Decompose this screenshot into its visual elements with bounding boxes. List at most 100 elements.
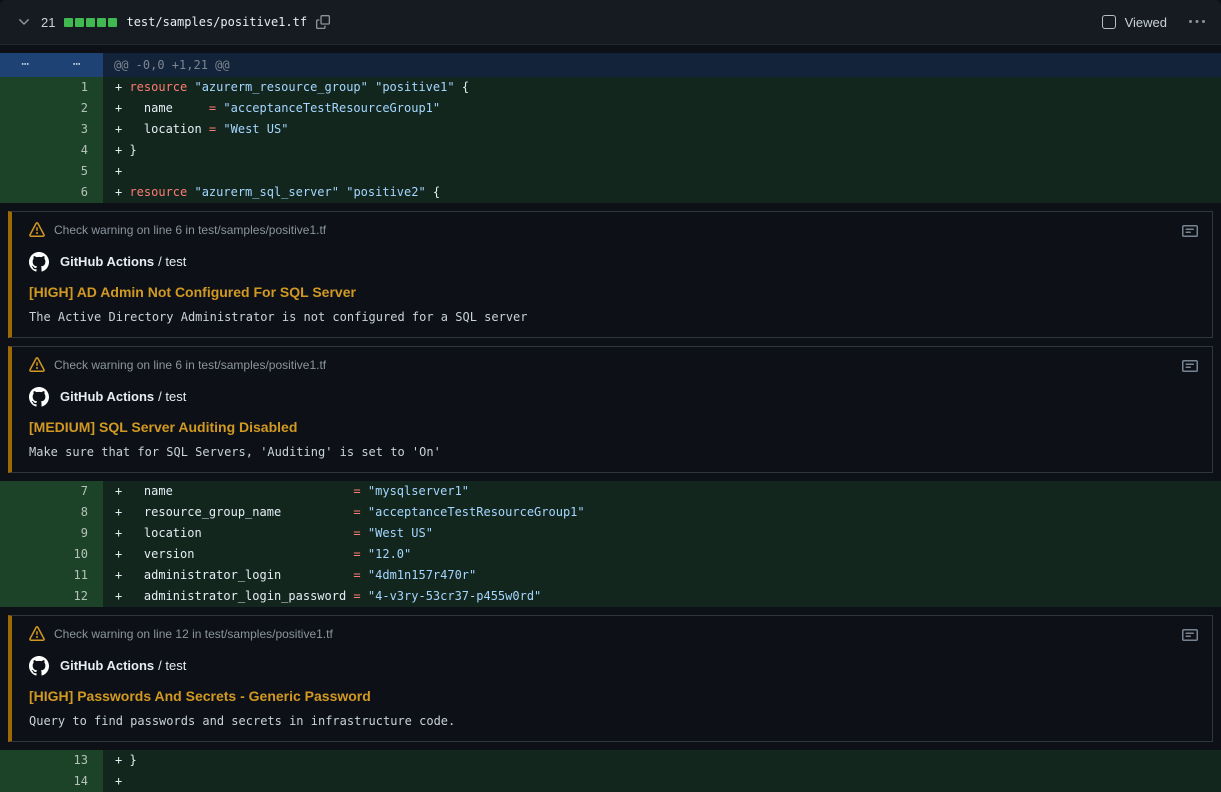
check-source-suffix: / test bbox=[158, 658, 186, 673]
line-number[interactable]: 7 bbox=[0, 481, 103, 502]
diff-row: 13+ } bbox=[0, 750, 1221, 771]
file-path-link[interactable]: test/samples/positive1.tf bbox=[126, 15, 307, 29]
annotation-copy-button[interactable] bbox=[1182, 358, 1198, 374]
code-line: + administrator_login = "4dm1n157r470r" bbox=[103, 565, 1221, 586]
check-source-link[interactable]: GitHub Actions/ test bbox=[29, 387, 1196, 407]
hunk-header: ⋯ ⋯ @@ -0,0 +1,21 @@ bbox=[0, 53, 1221, 77]
diff-row: 10+ version = "12.0" bbox=[0, 544, 1221, 565]
code-line: + resource "azurerm_sql_server" "positiv… bbox=[103, 182, 1221, 203]
file-header: 21 test/samples/positive1.tf Viewed bbox=[0, 0, 1221, 45]
diff-row: 9+ location = "West US" bbox=[0, 523, 1221, 544]
annotation-header: Check warning on line 12 in test/samples… bbox=[12, 616, 1212, 645]
annotation-header: Check warning on line 6 in test/samples/… bbox=[12, 212, 1212, 241]
viewed-toggle[interactable]: Viewed bbox=[1102, 15, 1167, 30]
annotation-copy-button[interactable] bbox=[1182, 627, 1198, 643]
github-actions-avatar[interactable] bbox=[29, 656, 49, 676]
line-number[interactable]: 1 bbox=[0, 77, 103, 98]
annotation-title: [HIGH] Passwords And Secrets - Generic P… bbox=[29, 688, 1196, 704]
hunk-gutter: ⋯ ⋯ bbox=[0, 53, 103, 77]
code-line: + } bbox=[103, 140, 1221, 161]
warning-triangle-icon bbox=[29, 357, 45, 373]
line-number[interactable]: 3 bbox=[0, 119, 103, 140]
github-actions-avatar[interactable] bbox=[29, 252, 49, 272]
copy-path-icon[interactable] bbox=[316, 15, 330, 29]
code-line: + resource_group_name = "acceptanceTestR… bbox=[103, 502, 1221, 523]
annotation-note-icon bbox=[1182, 627, 1198, 643]
check-source-link[interactable]: GitHub Actions / test bbox=[29, 252, 1196, 272]
expand-diff-down-button[interactable]: ⋯ bbox=[52, 53, 104, 77]
code-line: + name = "mysqlserver1" bbox=[103, 481, 1221, 502]
diff-row: 1+ resource "azurerm_resource_group" "po… bbox=[0, 77, 1221, 98]
code-line: + location = "West US" bbox=[103, 119, 1221, 140]
annotation-message: The Active Directory Administrator is no… bbox=[29, 310, 1196, 324]
hunk-range-text: @@ -0,0 +1,21 @@ bbox=[103, 53, 1221, 77]
kebab-menu-icon[interactable] bbox=[1189, 14, 1205, 30]
diffstat bbox=[64, 18, 117, 27]
code-line: + name = "acceptanceTestResourceGroup1" bbox=[103, 98, 1221, 119]
annotation-message: Make sure that for SQL Servers, 'Auditin… bbox=[29, 445, 1196, 459]
diffstat-block bbox=[97, 18, 106, 27]
line-number[interactable]: 14 bbox=[0, 771, 103, 792]
check-source-suffix: / test bbox=[158, 389, 186, 404]
github-logo-icon bbox=[29, 656, 49, 676]
diff-row: 8+ resource_group_name = "acceptanceTest… bbox=[0, 502, 1221, 523]
warning-triangle-icon bbox=[29, 626, 45, 642]
line-number[interactable]: 11 bbox=[0, 565, 103, 586]
check-source-link[interactable]: GitHub Actions / test bbox=[29, 656, 1196, 676]
annotation-note-icon bbox=[1182, 223, 1198, 239]
annotation-body: GitHub Actions/ test [MEDIUM] SQL Server … bbox=[12, 376, 1212, 472]
annotation-body: GitHub Actions / test [HIGH] Passwords And… bbox=[12, 645, 1212, 741]
annotation-copy-button[interactable] bbox=[1182, 223, 1198, 239]
code-line: + location = "West US" bbox=[103, 523, 1221, 544]
github-logo-icon bbox=[29, 252, 49, 272]
annotation-message: Query to find passwords and secrets in i… bbox=[29, 714, 1196, 728]
line-number[interactable]: 5 bbox=[0, 161, 103, 182]
expand-diff-up-button[interactable]: ⋯ bbox=[0, 53, 52, 77]
diffstat-block bbox=[86, 18, 95, 27]
diff-row: 14+ bbox=[0, 771, 1221, 792]
annotation-body: GitHub Actions / test [HIGH] AD Admin Not … bbox=[12, 241, 1212, 337]
annotation-title: [HIGH] AD Admin Not Configured For SQL S… bbox=[29, 284, 1196, 300]
diff-row: 11+ administrator_login = "4dm1n157r470r… bbox=[0, 565, 1221, 586]
github-logo-icon bbox=[29, 387, 49, 407]
code-line: + bbox=[103, 771, 1221, 792]
diff-row: 4+ } bbox=[0, 140, 1221, 161]
line-number[interactable]: 10 bbox=[0, 544, 103, 565]
diff-file-card: 21 test/samples/positive1.tf Viewed ⋯ ⋯ … bbox=[0, 0, 1221, 792]
check-source-name: GitHub Actions bbox=[60, 658, 154, 673]
diffstat-block bbox=[75, 18, 84, 27]
collapse-chevron-icon[interactable] bbox=[16, 14, 32, 30]
annotation-title: [MEDIUM] SQL Server Auditing Disabled bbox=[29, 419, 1196, 435]
line-number[interactable]: 9 bbox=[0, 523, 103, 544]
diffstat-block bbox=[108, 18, 117, 27]
code-line: + } bbox=[103, 750, 1221, 771]
diff-row: 7+ name = "mysqlserver1" bbox=[0, 481, 1221, 502]
check-annotation: Check warning on line 6 in test/samples/… bbox=[8, 211, 1213, 338]
annotation-context: Check warning on line 6 in test/samples/… bbox=[54, 223, 326, 237]
github-actions-avatar[interactable] bbox=[29, 387, 49, 407]
line-number[interactable]: 4 bbox=[0, 140, 103, 161]
warning-triangle-icon bbox=[29, 222, 45, 238]
check-annotation: Check warning on line 12 in test/samples… bbox=[8, 615, 1213, 742]
viewed-checkbox[interactable] bbox=[1102, 15, 1116, 29]
line-number[interactable]: 12 bbox=[0, 586, 103, 607]
annotation-header: Check warning on line 6 in test/samples/… bbox=[12, 347, 1212, 376]
diff-row: 5+ bbox=[0, 161, 1221, 182]
line-number[interactable]: 2 bbox=[0, 98, 103, 119]
code-line: + administrator_login_password = "4-v3ry… bbox=[103, 586, 1221, 607]
line-number[interactable]: 6 bbox=[0, 182, 103, 203]
code-line: + bbox=[103, 161, 1221, 182]
check-source-name: GitHub Actions bbox=[60, 254, 154, 269]
check-source-suffix: / test bbox=[158, 254, 186, 269]
diff-stream: 1+ resource "azurerm_resource_group" "po… bbox=[0, 77, 1221, 792]
viewed-label: Viewed bbox=[1125, 15, 1167, 30]
annotation-context: Check warning on line 6 in test/samples/… bbox=[54, 358, 326, 372]
diffstat-block bbox=[64, 18, 73, 27]
line-number[interactable]: 13 bbox=[0, 750, 103, 771]
code-line: + resource "azurerm_resource_group" "pos… bbox=[103, 77, 1221, 98]
line-number[interactable]: 8 bbox=[0, 502, 103, 523]
check-annotation: Check warning on line 6 in test/samples/… bbox=[8, 346, 1213, 473]
diff-row: 2+ name = "acceptanceTestResourceGroup1" bbox=[0, 98, 1221, 119]
annotation-note-icon bbox=[1182, 358, 1198, 374]
diff-row: 12+ administrator_login_password = "4-v3… bbox=[0, 586, 1221, 607]
